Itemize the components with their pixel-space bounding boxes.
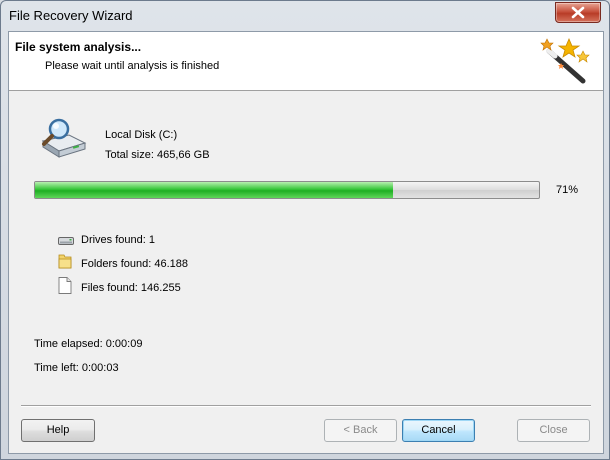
cancel-button[interactable]: Cancel [402,419,475,442]
disk-total-size: Total size: 465,66 GB [105,149,210,161]
time-elapsed: Time elapsed: 0:00:09 [34,338,143,350]
help-button[interactable]: Help [21,419,95,442]
page-title: File system analysis... [15,40,142,54]
close-icon [571,6,585,19]
disk-name: Local Disk (C:) [105,129,178,141]
analysis-progress-bar [34,181,540,199]
folders-found: Folders found: 46.188 [81,258,189,270]
wizard-header: File system analysis... Please wait unti… [9,32,603,91]
wizard-content: File system analysis... Please wait unti… [8,31,604,454]
folder-icon [58,254,72,269]
files-found: Files found: 146.255 [81,282,181,294]
drives-found: Drives found: 1 [81,234,155,246]
magic-wand-icon [540,37,590,84]
footer-divider [21,405,591,407]
progress-percent: 71% [556,184,579,196]
close-button[interactable]: Close [517,419,590,442]
window-title: File Recovery Wizard [9,8,133,23]
page-subtitle: Please wait until analysis is finished [45,60,220,72]
title-bar[interactable]: File Recovery Wizard [1,1,609,31]
time-left: Time left: 0:00:03 [34,362,119,374]
drive-icon [58,237,74,245]
window-close-button[interactable] [555,2,601,23]
wizard-window: File Recovery Wizard File system analysi… [0,0,610,460]
disk-search-icon [41,118,87,158]
file-icon [58,277,72,294]
back-button[interactable]: < Back [324,419,397,442]
progress-fill [35,182,393,198]
